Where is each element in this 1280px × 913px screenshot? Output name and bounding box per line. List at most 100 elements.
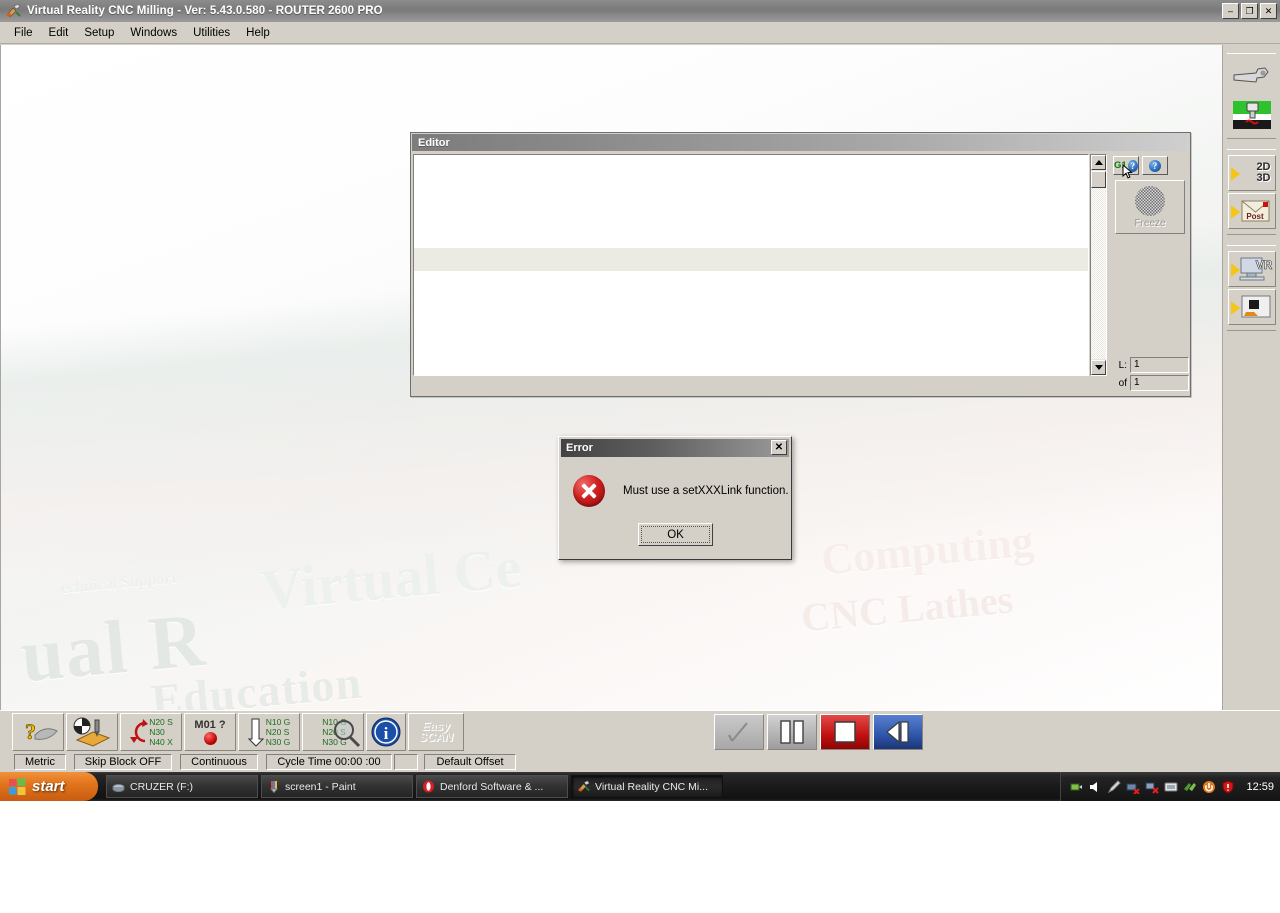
menu-item-setup[interactable]: Setup [76, 25, 122, 41]
cnc-app-icon [5, 3, 21, 19]
error-dialog-close-button[interactable]: ✕ [771, 440, 787, 455]
info-button[interactable]: i [366, 713, 406, 751]
svg-text:i: i [384, 724, 389, 743]
menu-item-file[interactable]: File [6, 25, 41, 41]
editor-title-text: Editor [418, 136, 450, 149]
menu-item-utilities[interactable]: Utilities [185, 25, 238, 41]
minimize-button[interactable]: – [1222, 3, 1239, 19]
scrollbar-track[interactable] [1091, 188, 1106, 359]
menu-item-help[interactable]: Help [238, 25, 278, 41]
start-label: start [32, 778, 65, 795]
current-line-row: L: 1 [1113, 357, 1189, 373]
m01-stop-icon [203, 732, 217, 745]
current-line-input[interactable]: 1 [1130, 357, 1189, 373]
play-triangle-icon-machine [1230, 301, 1240, 315]
program-loop-button[interactable]: N20 S N30 N40 X [120, 713, 182, 751]
single-block-gcode-lines: N10 G N20 S N30 G [266, 717, 291, 747]
step-back-icon [886, 720, 909, 744]
wallpaper-text-5: CNC Lathes [799, 576, 1015, 641]
taskbar-item-label: CRUZER (F:) [130, 780, 193, 793]
error-ok-button[interactable]: OK [638, 523, 713, 546]
status-units: Metric [14, 754, 66, 770]
editor-body: G1 ? ? Freeze L: 1 of 1 [413, 154, 1189, 395]
post-processor-icon: Post [1241, 200, 1269, 222]
check-tick-icon [728, 722, 748, 742]
search-block-button[interactable]: N10 G N20 S N30 G [302, 713, 364, 751]
line-label: L: [1118, 359, 1127, 371]
taskbar: start CRUZER (F:) screen1 - Paint Denfor… [0, 772, 1280, 801]
spanner-tool-button[interactable] [1227, 59, 1276, 95]
svg-text:Post: Post [1246, 212, 1264, 221]
freeze-label: Freeze [1134, 217, 1166, 229]
play-triangle-icon-post [1230, 205, 1240, 219]
machine-view-icon [1241, 295, 1271, 318]
pen-tablet-icon[interactable] [1107, 779, 1122, 794]
question-tool-icon: ? [25, 719, 58, 744]
status-offset: Default Offset [424, 754, 516, 770]
easy-scan-button[interactable]: Easy SCAN [408, 713, 464, 751]
safely-remove-hardware-icon[interactable] [1069, 780, 1083, 794]
bottom-toolbar: ? N20 S N30 N40 X M01 ? N10 G N20 S N30 … [0, 710, 1280, 752]
error-dialog-title: Error [566, 442, 593, 454]
error-dialog-title-bar[interactable]: Error [561, 439, 789, 457]
taskbar-item-label: Denford Software & ... [440, 780, 544, 793]
gcode-line: N20 S [149, 717, 173, 727]
optional-stop-button[interactable]: M01 ? [184, 713, 236, 751]
loop-gcode-lines: N20 S N30 N40 X [149, 717, 173, 747]
status-run-mode: Continuous [180, 754, 258, 770]
single-block-button[interactable]: N10 G N20 S N30 G [238, 713, 300, 751]
window-controls: – ❐ ✕ [1222, 3, 1277, 19]
taskbar-item-paint[interactable]: screen1 - Paint [261, 775, 413, 798]
emergency-stop-button[interactable] [820, 714, 870, 750]
menu-bar: File Edit Setup Windows Utilities Help [0, 22, 1280, 44]
volume-icon[interactable] [1088, 780, 1102, 794]
taskbar-item-denford[interactable]: Denford Software & ... [416, 775, 568, 798]
scroll-up-button[interactable] [1091, 155, 1106, 170]
freeze-button[interactable]: Freeze [1115, 180, 1185, 234]
2d3d-view-button[interactable]: 2D 3D [1227, 155, 1276, 191]
taskbar-item-cruzer[interactable]: CRUZER (F:) [106, 775, 258, 798]
cycle-start-button[interactable] [714, 714, 764, 750]
status-cycle-time: Cycle Time 00:00 :00 [266, 754, 392, 770]
tool-offsets-button[interactable] [66, 713, 118, 751]
feed-hold-button[interactable] [767, 714, 817, 750]
editor-help-button[interactable]: ? [1142, 156, 1168, 175]
usb-drive-icon [112, 783, 125, 793]
vr-view-button[interactable]: VR [1227, 251, 1276, 287]
reset-button[interactable] [873, 714, 923, 750]
restore-button[interactable]: ❐ [1241, 3, 1258, 19]
editor-text-area[interactable] [413, 154, 1089, 376]
display-icon[interactable] [1164, 780, 1178, 794]
taskbar-item-label: Virtual Reality CNC Mi... [595, 780, 708, 793]
scroll-down-button[interactable] [1091, 360, 1106, 375]
status-bar: Metric Skip Block OFF Continuous Cycle T… [0, 752, 1280, 772]
total-lines-input[interactable]: 1 [1130, 375, 1189, 391]
play-triangle-icon [1230, 167, 1240, 181]
editor-title-bar[interactable]: Editor [412, 134, 1189, 151]
network-disconnected-icon[interactable] [1126, 780, 1141, 795]
status-skip-block: Skip Block OFF [74, 754, 172, 770]
taskbar-item-label: screen1 - Paint [285, 780, 356, 793]
scrollbar-thumb[interactable] [1091, 171, 1106, 188]
start-button[interactable]: start [0, 772, 98, 801]
line-number-fields: L: 1 of 1 [1113, 357, 1189, 393]
taskbar-item-vr-cnc-milling[interactable]: Virtual Reality CNC Mi... [571, 775, 723, 798]
security-alert-icon[interactable] [1221, 779, 1235, 794]
help-tool-button[interactable]: ? [12, 713, 64, 751]
fast-transfer-icon[interactable] [1183, 780, 1197, 794]
application-window: Virtual Reality CNC Milling - Ver: 5.43.… [0, 0, 1280, 772]
machine-setup-button[interactable] [1227, 97, 1276, 133]
tray-clock[interactable]: 12:59 [1246, 781, 1274, 793]
update-icon[interactable] [1202, 780, 1216, 794]
editor-vertical-scrollbar[interactable] [1090, 154, 1107, 376]
g-code-g1-button[interactable]: G1 ? [1113, 156, 1139, 179]
close-button[interactable]: ✕ [1260, 3, 1277, 19]
network-error-icon[interactable] [1145, 780, 1160, 794]
menu-item-edit[interactable]: Edit [41, 25, 77, 41]
arrow-down-icon [247, 718, 264, 747]
bottom-toolbar-center-group [714, 714, 923, 750]
menu-item-windows[interactable]: Windows [122, 25, 185, 41]
post-processor-button[interactable]: Post [1227, 193, 1276, 229]
svg-text:VR: VR [1255, 258, 1272, 272]
machine-view-button[interactable] [1227, 289, 1276, 325]
